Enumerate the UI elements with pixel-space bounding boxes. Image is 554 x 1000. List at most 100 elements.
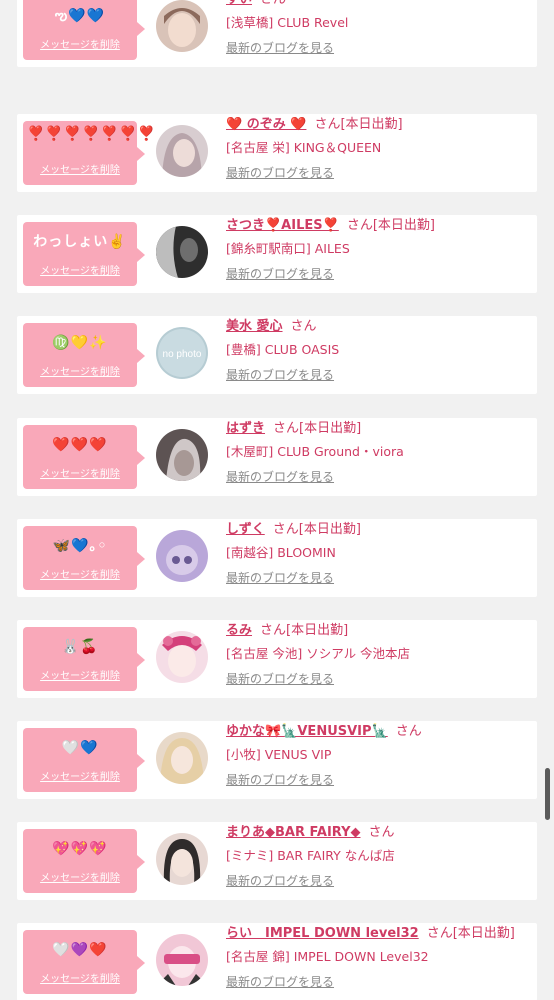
- latest-blog-link[interactable]: 最新のブログを見る: [226, 671, 334, 687]
- name-line: しずく さん[本日出勤]: [226, 521, 361, 539]
- stamp-bubble: ♍️💛✨ メッセージを削除: [23, 323, 145, 387]
- honorific: さん[本日出勤]: [272, 522, 361, 537]
- stamp-bubble: 🐰🍒 メッセージを削除: [23, 627, 145, 691]
- stamp-bubble: ఌ💙💙 メッセージを削除: [23, 0, 145, 60]
- name-line: はずき さん[本日出勤]: [226, 420, 361, 438]
- latest-blog-link[interactable]: 最新のブログを見る: [226, 469, 334, 485]
- honorific: さん: [260, 0, 286, 7]
- message-card: ❣️❣️❣️❣️❣️❣️❣️ メッセージを削除 ❤️ のぞみ ❤️ さん[本日出勤…: [17, 114, 537, 192]
- message-card: 🤍💙 メッセージを削除 ゆかな🎀🗽VENUSVIP🗽 さん [小牧] VENUS …: [17, 721, 537, 799]
- name-line: ゆかな🎀🗽VENUSVIP🗽 さん: [226, 723, 422, 741]
- latest-blog-link[interactable]: 最新のブログを見る: [226, 165, 334, 181]
- shop-name: [木屋町] CLUB Ground・viora: [226, 444, 404, 459]
- delete-message-link[interactable]: メッセージを削除: [23, 768, 137, 783]
- delete-message-link[interactable]: メッセージを削除: [23, 566, 137, 581]
- shop-name: [浅草橋] CLUB Revel: [226, 15, 349, 30]
- stamp-bubble: ❣️❣️❣️❣️❣️❣️❣️ メッセージを削除: [23, 121, 157, 185]
- latest-blog-link[interactable]: 最新のブログを見る: [226, 266, 334, 282]
- stamp-text: 💖💖💖: [52, 841, 108, 857]
- girl-name-link[interactable]: るみ: [226, 623, 252, 638]
- latest-blog-link[interactable]: 最新のブログを見る: [226, 570, 334, 586]
- stamp-bubble: 🦋💙｡◦ メッセージを削除: [23, 526, 145, 590]
- scrollbar-thumb[interactable]: [545, 768, 550, 820]
- honorific: さん[本日出勤]: [260, 623, 349, 638]
- stamp-bubble: わっしょい✌️ メッセージを削除: [23, 222, 145, 286]
- shop-name: [南越谷] BLOOMIN: [226, 545, 336, 560]
- avatar[interactable]: [156, 125, 208, 177]
- avatar[interactable]: [156, 226, 208, 278]
- avatar[interactable]: [156, 833, 208, 885]
- girl-name-link[interactable]: ❤️ のぞみ ❤️: [226, 117, 306, 132]
- shop-name: [名古屋 今池] ソシアル 今池本店: [226, 646, 411, 661]
- delete-message-link[interactable]: メッセージを削除: [23, 465, 137, 480]
- latest-blog-link[interactable]: 最新のブログを見る: [226, 772, 334, 788]
- name-line: 美水 愛心 さん: [226, 318, 317, 336]
- stamp-bubble: 🤍💜❤️ メッセージを削除: [23, 930, 145, 994]
- shop-name: [名古屋 錦] IMPEL DOWN Level32: [226, 949, 429, 964]
- avatar[interactable]: [156, 429, 208, 481]
- stamp-text: 🤍💜❤️: [52, 942, 108, 958]
- no-photo-label: no photo: [163, 349, 202, 360]
- shop-name: [小牧] VENUS VIP: [226, 747, 332, 762]
- delete-message-link[interactable]: メッセージを削除: [23, 363, 137, 378]
- name-line: まりあ◆BAR FAIRY◆ さん: [226, 824, 395, 842]
- avatar-no-photo[interactable]: no photo: [156, 327, 208, 379]
- stamp-bubble: 💖💖💖 メッセージを削除: [23, 829, 145, 893]
- avatar[interactable]: [156, 530, 208, 582]
- message-card: ♍️💛✨ メッセージを削除 no photo 美水 愛心 さん [豊橋] CLUB…: [17, 316, 537, 394]
- honorific: さん[本日出勤]: [314, 117, 403, 132]
- name-line: さつき❣️AILES❣️ さん[本日出勤]: [226, 217, 435, 235]
- stamp-text: ❤️❤️❤️: [52, 437, 108, 453]
- stamp-text: 🤍💙: [61, 740, 99, 756]
- delete-message-link[interactable]: メッセージを削除: [23, 262, 137, 277]
- message-list: ఌ💙💙 メッセージを削除 すいさん [浅草橋] CLUB Revel 最新のブロ…: [0, 0, 554, 1000]
- name-line: らい IMPEL DOWN level32 さん[本日出勤]: [226, 925, 515, 943]
- message-card: 🤍💜❤️ メッセージを削除 らい IMPEL DOWN level32 さん[本日…: [17, 923, 537, 1000]
- honorific: さん: [395, 724, 422, 739]
- avatar[interactable]: [156, 631, 208, 683]
- delete-message-link[interactable]: メッセージを削除: [23, 667, 137, 682]
- stamp-text: 🦋💙｡◦: [52, 538, 108, 554]
- honorific: さん: [368, 825, 395, 840]
- latest-blog-link[interactable]: 最新のブログを見る: [226, 873, 334, 889]
- message-card: 🐰🍒 メッセージを削除 るみ さん[本日出勤] [名古屋 今池] ソシアル 今池本…: [17, 620, 537, 698]
- stamp-text: ఌ💙💙: [54, 8, 106, 24]
- shop-name: [錦糸町駅南口] AILES: [226, 241, 350, 256]
- girl-name-link[interactable]: ゆかな🎀🗽VENUSVIP🗽: [226, 724, 388, 739]
- girl-name-link[interactable]: さつき❣️AILES❣️: [226, 218, 339, 233]
- stamp-text: 🐰🍒: [61, 639, 99, 655]
- latest-blog-link[interactable]: 最新のブログを見る: [226, 974, 334, 990]
- message-card: 💖💖💖 メッセージを削除 まりあ◆BAR FAIRY◆ さん [ミナミ] BAR …: [17, 822, 537, 900]
- stamp-text: わっしょい✌️: [33, 234, 127, 250]
- honorific: さん: [290, 319, 317, 334]
- delete-message-link[interactable]: メッセージを削除: [23, 869, 137, 884]
- girl-name-link[interactable]: 美水 愛心: [226, 319, 283, 334]
- girl-name-link[interactable]: しずく: [226, 522, 265, 537]
- girl-name-link[interactable]: まりあ◆BAR FAIRY◆: [226, 825, 361, 840]
- message-card: ఌ💙💙 メッセージを削除 すい さん [浅草橋] CLUB Revel 最新のブロ…: [17, 0, 537, 67]
- stamp-bubble: ❤️❤️❤️ メッセージを削除: [23, 425, 145, 489]
- avatar[interactable]: [156, 732, 208, 784]
- name-line: るみ さん[本日出勤]: [226, 622, 348, 640]
- name-line: ❤️ のぞみ ❤️ さん[本日出勤]: [226, 116, 403, 134]
- girl-name-link[interactable]: らい IMPEL DOWN level32: [226, 926, 419, 941]
- latest-blog-link[interactable]: 最新のブログを見る: [226, 40, 334, 56]
- honorific: さん[本日出勤]: [346, 218, 435, 233]
- honorific: さん[本日出勤]: [273, 421, 362, 436]
- message-card: わっしょい✌️ メッセージを削除 さつき❣️AILES❣️ さん[本日出勤] [錦…: [17, 215, 537, 293]
- delete-message-link[interactable]: メッセージを削除: [23, 161, 137, 176]
- name-line: すい さん: [226, 0, 286, 9]
- shop-name: [豊橋] CLUB OASIS: [226, 342, 340, 357]
- avatar[interactable]: [156, 0, 208, 52]
- stamp-text: ♍️💛✨: [52, 335, 108, 351]
- delete-message-link[interactable]: メッセージを削除: [23, 970, 137, 985]
- latest-blog-link[interactable]: 最新のブログを見る: [226, 367, 334, 383]
- stamp-text: ❣️❣️❣️❣️❣️❣️❣️: [27, 126, 157, 142]
- avatar[interactable]: [156, 934, 208, 986]
- delete-message-link[interactable]: メッセージを削除: [23, 36, 137, 51]
- stamp-bubble: 🤍💙 メッセージを削除: [23, 728, 145, 792]
- girl-name-link[interactable]: すい: [226, 0, 252, 7]
- shop-name: [ミナミ] BAR FAIRY なんば店: [226, 848, 395, 863]
- girl-name-link[interactable]: はずき: [226, 421, 265, 436]
- shop-name: [名古屋 栄] KING＆QUEEN: [226, 140, 382, 155]
